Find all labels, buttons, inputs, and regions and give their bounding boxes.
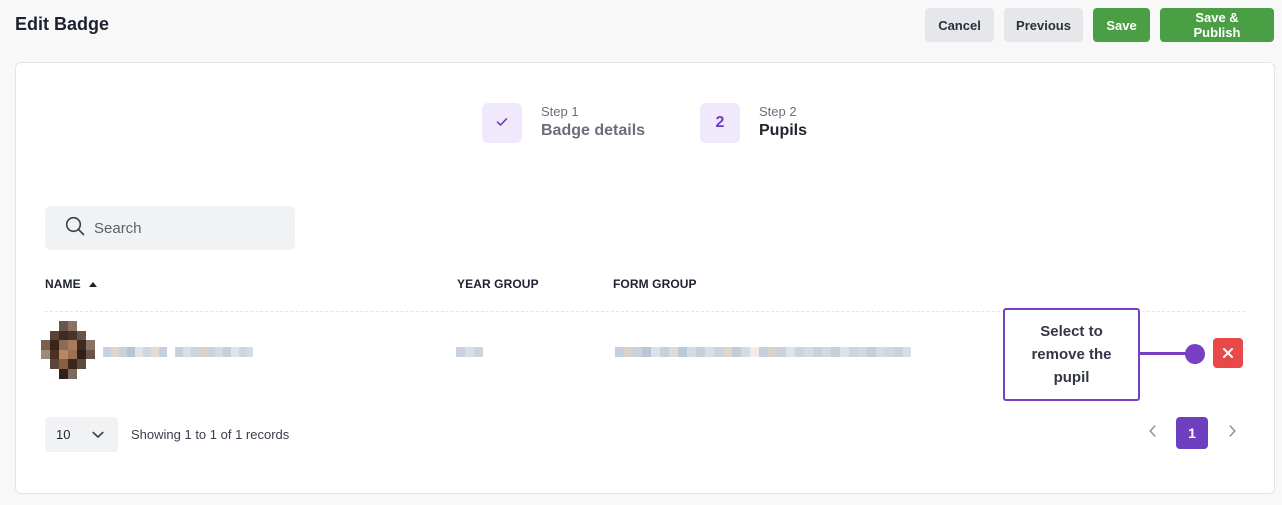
previous-button[interactable]: Previous: [1004, 8, 1083, 42]
previous-page-button[interactable]: [1141, 417, 1163, 449]
step1-title: Badge details: [541, 122, 646, 139]
save-button[interactable]: Save: [1093, 8, 1150, 42]
pupil-form-group-redacted: [615, 347, 911, 357]
column-header-year-group[interactable]: YEAR GROUP: [457, 277, 539, 291]
tooltip-connector-dot: [1185, 344, 1205, 364]
step-pupils[interactable]: 2 Step 2 Pupils: [700, 103, 807, 143]
step2-number: Step 2: [759, 104, 797, 119]
search-icon: [65, 216, 85, 241]
step2-number-badge: 2: [700, 103, 740, 143]
pupils-card: Step 1 Badge details 2 Step 2 Pupils NAM…: [15, 62, 1275, 494]
close-icon: [1223, 346, 1233, 361]
header-actions: Cancel Previous Save Save & Publish: [925, 8, 1274, 42]
column-header-name[interactable]: NAME: [45, 277, 97, 291]
tooltip-connector-line: [1140, 352, 1186, 355]
pupil-year-group-redacted: [456, 347, 483, 357]
page-size-select[interactable]: 10: [45, 417, 118, 452]
records-summary: Showing 1 to 1 of 1 records: [131, 427, 290, 442]
step-badge-details[interactable]: Step 1 Badge details: [482, 103, 645, 143]
next-page-button[interactable]: [1221, 417, 1243, 449]
step1-check-box: [482, 103, 522, 143]
search-input[interactable]: [94, 219, 284, 237]
search-box[interactable]: [45, 206, 295, 250]
remove-pupil-tooltip: Select to remove the pupil: [1003, 308, 1140, 401]
check-icon: [496, 114, 508, 132]
chevron-down-icon: [92, 427, 104, 442]
column-header-form-group[interactable]: FORM GROUP: [613, 277, 697, 291]
page-button-1[interactable]: 1: [1176, 417, 1208, 449]
page-size-value: 10: [56, 427, 71, 442]
pupil-name-redacted: [103, 347, 253, 357]
sort-ascending-icon: [88, 281, 97, 287]
remove-pupil-button[interactable]: [1213, 338, 1243, 368]
pagination: 1: [1141, 417, 1243, 449]
avatar: [41, 321, 95, 379]
chevron-left-icon: [1148, 424, 1156, 442]
step1-number: Step 1: [541, 104, 579, 119]
step2-title: Pupils: [759, 122, 808, 139]
cancel-button[interactable]: Cancel: [925, 8, 994, 42]
chevron-right-icon: [1228, 424, 1236, 442]
column-name-label: NAME: [45, 277, 81, 291]
page-title: Edit Badge: [15, 14, 110, 34]
save-and-publish-button[interactable]: Save & Publish: [1160, 8, 1274, 42]
